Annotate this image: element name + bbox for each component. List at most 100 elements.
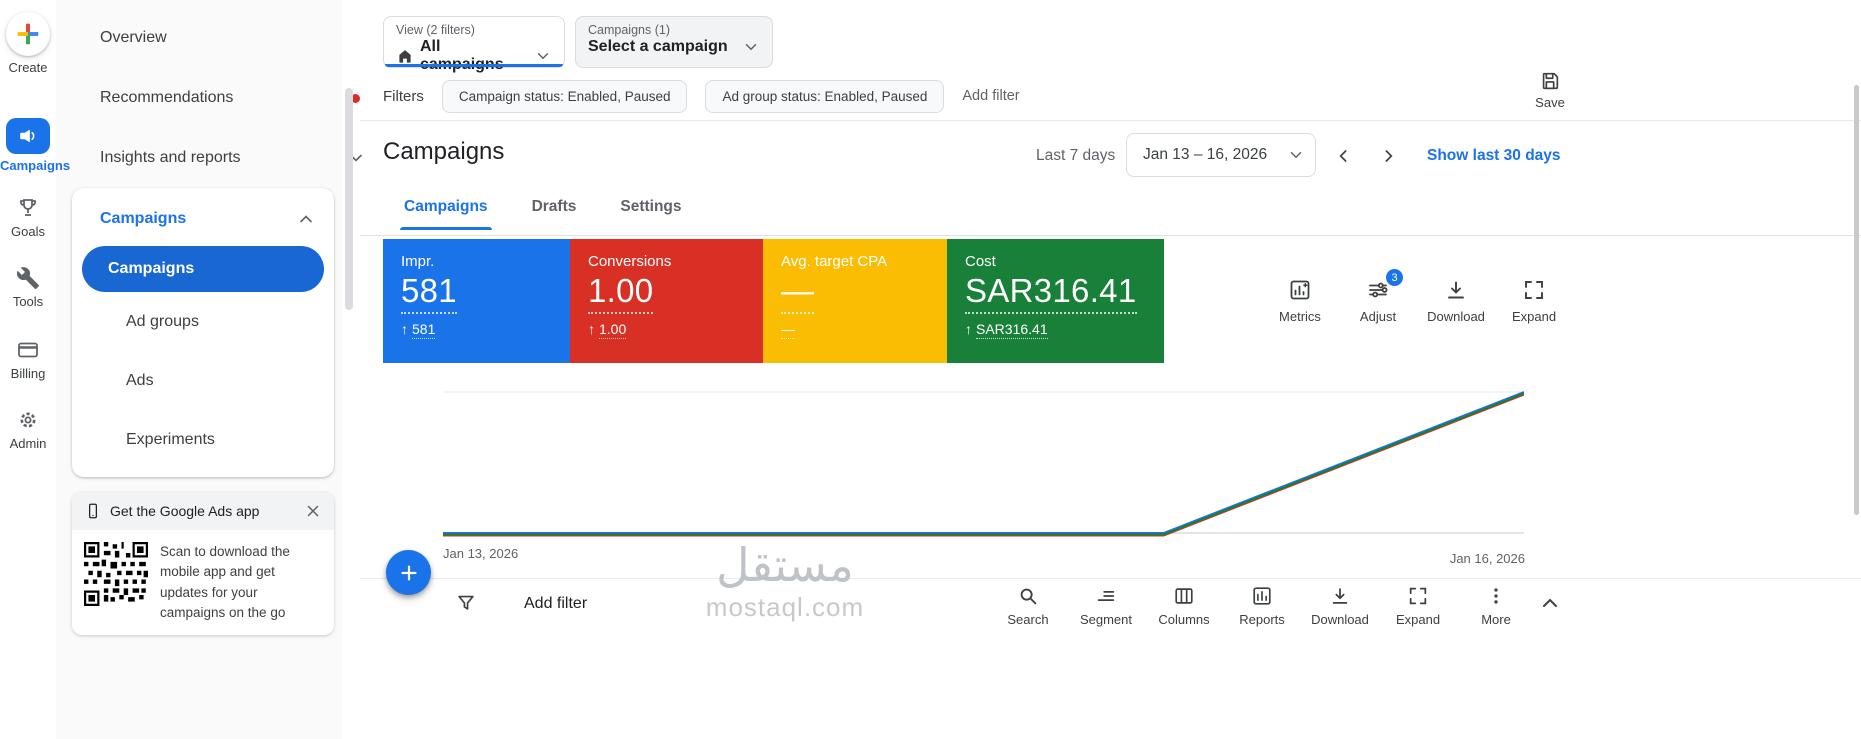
nav-item-experiments[interactable]: Experiments	[72, 410, 334, 469]
add-filter-button[interactable]: Add filter	[962, 88, 1019, 104]
date-range-selector[interactable]: Jan 13 – 16, 2026	[1126, 133, 1316, 177]
download-label: Download	[1311, 612, 1369, 627]
nav-campaigns-header-label: Campaigns	[100, 210, 187, 227]
sidebar-scrollbar[interactable]	[345, 88, 353, 310]
filter-chip-campaign-status[interactable]: Campaign status: Enabled, Paused	[441, 79, 688, 113]
new-campaign-fab[interactable]	[386, 550, 431, 595]
main-tabs: Campaigns Drafts Settings	[400, 198, 682, 230]
columns-button[interactable]: Columns	[1154, 585, 1214, 627]
divider	[360, 578, 1861, 579]
trophy-icon	[0, 196, 56, 220]
scorecard-value: 1.00	[588, 272, 654, 314]
app-promo-header: Get the Google Ads app	[72, 492, 334, 530]
expand-label: Expand	[1511, 309, 1557, 324]
nav-item-ads[interactable]: Ads	[72, 351, 334, 410]
rail-item-admin[interactable]: Admin	[0, 408, 56, 451]
table-add-filter-button[interactable]: Add filter	[524, 595, 587, 613]
megaphone-icon	[6, 118, 50, 154]
nav-overview-label: Overview	[100, 29, 167, 46]
up-arrow-icon: ↑	[401, 321, 408, 337]
view-selector-value: All campaigns	[420, 38, 504, 73]
scorecard-avg-target-cpa[interactable]: Avg. target CPA — —	[763, 239, 947, 363]
rail-item-goals[interactable]: Goals	[0, 196, 56, 239]
phone-icon	[84, 502, 102, 520]
metrics-button[interactable]: Metrics	[1272, 278, 1328, 324]
wrench-icon	[0, 266, 56, 290]
next-period-button[interactable]	[1372, 140, 1404, 172]
metrics-icon	[1288, 278, 1312, 302]
adjust-badge: 3	[1386, 269, 1403, 286]
scorecard-value: SAR316.41	[965, 272, 1137, 314]
segment-label: Segment	[1079, 612, 1133, 627]
nav-item-campaigns-selected[interactable]: Campaigns	[82, 246, 324, 292]
nav-item-overview[interactable]: Overview	[100, 20, 320, 56]
create-plus-icon	[6, 12, 50, 56]
scorecard-label: Avg. target CPA	[781, 253, 888, 270]
divider	[360, 235, 1861, 236]
campaign-selector[interactable]: Campaigns (1) Select a campaign	[575, 16, 773, 68]
rail-item-tools[interactable]: Tools	[0, 266, 56, 309]
nav-item-recommendations[interactable]: Recommendations	[100, 80, 360, 116]
date-range-label: Last 7 days	[1036, 147, 1116, 164]
app-promo-title: Get the Google Ads app	[110, 503, 260, 519]
search-button[interactable]: Search	[998, 585, 1058, 627]
show-last-30-days-link[interactable]: Show last 30 days	[1427, 147, 1561, 165]
campaign-selector-value: Select a campaign	[588, 38, 728, 55]
divider	[360, 120, 1861, 121]
reports-button[interactable]: Reports	[1232, 585, 1292, 627]
table-download-button[interactable]: Download	[1310, 585, 1370, 627]
download-button[interactable]: Download	[1427, 278, 1485, 324]
expand-icon	[1522, 278, 1546, 302]
filters-row: Filters Campaign status: Enabled, Paused…	[383, 78, 1020, 114]
more-label: More	[1481, 612, 1511, 627]
filter-chip-ad-group-status[interactable]: Ad group status: Enabled, Paused	[705, 79, 945, 113]
scorecard-impressions[interactable]: Impr. 581 ↑ 581	[383, 239, 570, 363]
nav-item-ad-groups[interactable]: Ad groups	[72, 292, 334, 351]
save-button[interactable]: Save	[1524, 70, 1576, 110]
campaign-selector-label: Campaigns (1)	[588, 23, 670, 37]
nav-campaigns-section-header[interactable]: Campaigns	[72, 188, 334, 238]
watermark-url: mostaql.com	[705, 592, 865, 622]
campaigns-nav-card: Campaigns Campaigns Ad groups Ads Experi…	[72, 188, 334, 477]
view-selector[interactable]: View (2 filters) All campaigns	[383, 16, 565, 73]
previous-period-button[interactable]	[1328, 140, 1360, 172]
expand-button[interactable]: Expand	[1506, 278, 1562, 324]
scorecards: Impr. 581 ↑ 581 Conversions 1.00 ↑ 1.00 Av…	[383, 239, 1164, 363]
scroll-top-button[interactable]	[1538, 592, 1562, 616]
rail-label-create: Create	[8, 60, 48, 75]
table-expand-button[interactable]: Expand	[1388, 585, 1448, 627]
funnel-icon[interactable]	[455, 592, 477, 614]
scorecard-delta: 581	[412, 321, 436, 339]
scorecard-conversions[interactable]: Conversions 1.00 ↑ 1.00	[570, 239, 763, 363]
scorecard-label: Cost	[965, 253, 996, 270]
rail-item-campaigns[interactable]: Campaigns	[0, 118, 70, 173]
nav-insights-label: Insights and reports	[100, 149, 241, 166]
tab-campaigns[interactable]: Campaigns	[400, 198, 492, 230]
scorecard-label: Impr.	[401, 253, 435, 270]
page-title: Campaigns	[383, 138, 505, 165]
filters-label: Filters	[383, 87, 424, 105]
segment-button[interactable]: Segment	[1076, 585, 1136, 627]
app-promo-text: Scan to download the mobile app and get …	[160, 544, 290, 620]
google-ads-app-promo: Get the Google Ads app Scan to download …	[72, 492, 334, 635]
columns-icon	[1173, 585, 1195, 607]
x-axis-start-label: Jan 13, 2026	[443, 546, 519, 561]
rail-item-billing[interactable]: Billing	[0, 338, 56, 381]
close-icon[interactable]	[304, 502, 322, 520]
more-button[interactable]: More	[1466, 585, 1526, 627]
watermark-arabic: مستقل	[716, 538, 854, 592]
app-promo-body: Scan to download the mobile app and get …	[72, 530, 334, 635]
create-button[interactable]: Create	[0, 12, 56, 75]
performance-line-chart	[443, 391, 1524, 537]
adjust-button[interactable]: 3 Adjust	[1350, 269, 1406, 324]
scorecard-cost[interactable]: Cost SAR316.41 ↑ SAR316.41	[947, 239, 1164, 363]
up-arrow-icon: ↑	[588, 321, 595, 337]
tab-drafts[interactable]: Drafts	[532, 198, 577, 230]
nav-recommendations-label: Recommendations	[100, 89, 234, 106]
tab-settings[interactable]: Settings	[620, 198, 681, 230]
nav-item-insights-and-reports[interactable]: Insights and reports	[100, 140, 362, 176]
x-axis-end-label: Jan 16, 2026	[1449, 551, 1525, 566]
chart-toolbar: Metrics 3 Adjust Download Expand	[1272, 269, 1562, 324]
vertical-scrollbar[interactable]	[1854, 85, 1859, 515]
scorecard-value: 581	[401, 272, 457, 314]
